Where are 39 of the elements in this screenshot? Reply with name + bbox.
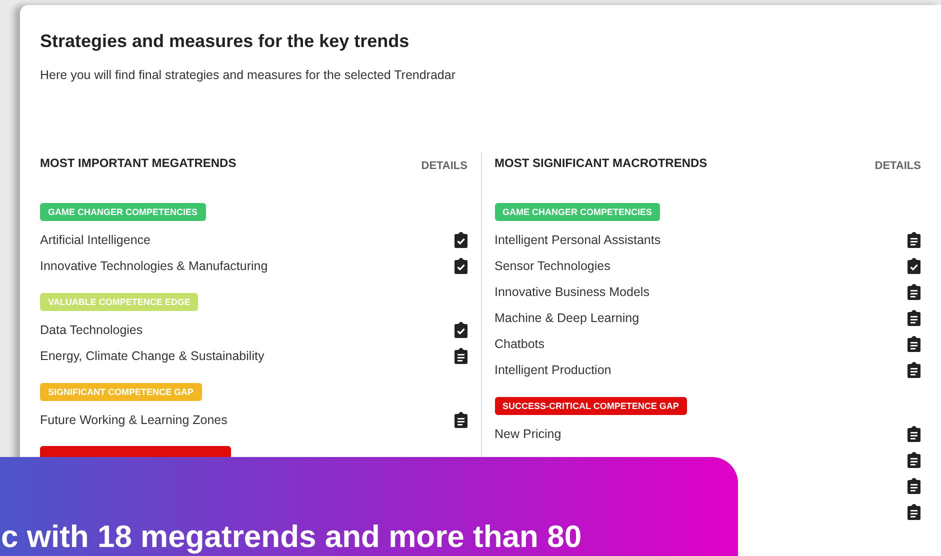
clipboard-check-icon[interactable] [907,258,921,274]
clipboard-list-icon[interactable] [907,284,921,300]
trend-name: Data Technologies [40,323,143,337]
trend-name: Innovative Business Models [494,285,650,299]
clipboard-list-icon[interactable] [907,362,921,378]
clipboard-list-icon[interactable] [907,232,921,248]
clipboard-list-icon[interactable] [907,310,921,326]
trend-name: Intelligent Production [494,363,612,377]
details-link[interactable]: DETAILS [421,160,468,172]
clipboard-list-icon[interactable] [907,426,921,442]
trend-name: New Pricing [494,427,562,441]
clipboard-list-icon[interactable] [907,452,921,468]
section-heading: MOST SIGNIFICANT MACROTRENDS [494,156,708,170]
trend-name: Artificial Intelligence [40,233,150,247]
trend-name: Intelligent Personal Assistants [494,233,661,247]
banner-text: c with 18 megatrends and more than 80 [1,519,582,555]
trend-name: Sensor Technologies [494,259,610,273]
clipboard-check-icon[interactable] [454,322,468,338]
trend-name: Machine & Deep Learning [494,311,640,325]
clipboard-check-icon[interactable] [454,232,468,248]
clipboard-check-icon[interactable] [454,258,468,274]
category-tag: GAME CHANGER COMPETENCIES [40,203,206,221]
page-subtitle: Here you will find final strategies and measures for the selected Trendradar [40,68,456,82]
trend-name: Innovative Technologies & Manufacturing [40,259,268,273]
trend-name: Energy, Climate Change & Sustainability [40,349,264,363]
category-tag: GAME CHANGER COMPETENCIES [494,203,660,221]
clipboard-list-icon[interactable] [454,412,468,428]
clipboard-list-icon[interactable] [907,504,921,520]
clipboard-list-icon[interactable] [907,478,921,494]
category-tag: SUCCESS-CRITICAL COMPETENCE GAP [494,397,687,415]
clipboard-list-icon[interactable] [454,348,468,364]
trend-name: Future Working & Learning Zones [40,413,228,427]
category-tag: VALUABLE COMPETENCE EDGE [40,293,198,311]
details-link[interactable]: DETAILS [874,160,921,172]
clipboard-list-icon[interactable] [907,336,921,352]
section-heading: MOST IMPORTANT MEGATRENDS [40,156,236,170]
category-tag: SIGNIFICANT COMPETENCE GAP [40,383,202,401]
page-title: Strategies and measures for the key trends [40,31,410,52]
trend-name: Chatbots [494,337,545,351]
